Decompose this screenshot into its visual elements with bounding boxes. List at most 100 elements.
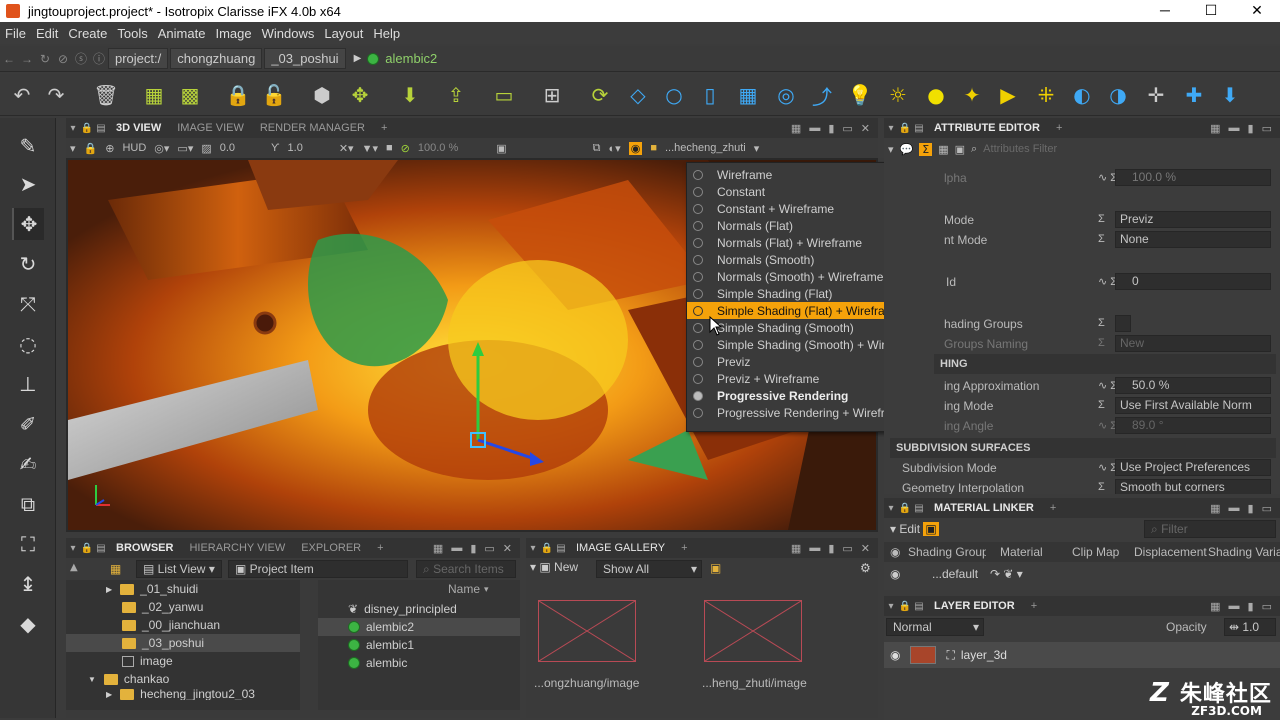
ig-menu-icon[interactable]: ▾ [526,543,540,554]
br-split-v-icon[interactable]: ▮ [470,542,476,555]
tree-item[interactable]: image [122,652,173,670]
br-close-icon[interactable]: ✕ [503,542,512,555]
show-filter-dropdown[interactable]: Show All ▾ [596,560,702,578]
br-options-icon[interactable]: ▤ [94,543,108,554]
tree-item[interactable]: ▼ chankao [88,670,169,688]
ml-eye-icon[interactable]: ◉ [890,545,900,559]
tab-render-manager[interactable]: RENDER MANAGER [252,122,373,134]
ml-options-icon[interactable]: ▤ [912,503,926,514]
light-bulb-icon[interactable]: 💡 [846,81,874,109]
unlock-icon[interactable]: 🔓 [260,81,288,109]
le-split-h-icon[interactable]: ▬ [1229,600,1240,613]
sigma-icon[interactable]: Σ [919,142,933,156]
vp-percent[interactable]: 100.0 % [418,142,458,154]
name-column-header[interactable]: Name ▾ [448,580,489,598]
ml-row-eye-icon[interactable]: ◉ [890,567,900,581]
ig-close-icon[interactable]: ✕ [861,542,870,555]
ig-maximize-icon[interactable]: ▭ [842,542,852,555]
sphere-icon[interactable]: ○ [660,81,688,109]
group-icon[interactable]: ▦ [140,81,168,109]
search-items[interactable]: ⌕ Search Items [416,560,516,578]
back-icon[interactable]: ← [0,52,18,66]
folder-icon-vp[interactable]: ■ [650,142,657,154]
trash-icon[interactable]: 🗑 [92,81,120,109]
box-icon[interactable]: ⬢ [308,81,336,109]
ae-grid-icon[interactable]: ▦ [938,143,948,156]
attr-dropdown[interactable]: Smooth but corners [1115,479,1271,494]
forward-icon[interactable]: → [18,52,36,66]
export-icon[interactable]: ⇪ [442,81,470,109]
ig-layout-icon[interactable]: ▦ [791,542,801,555]
ml-add-tab[interactable]: + [1042,502,1064,514]
locator-icon[interactable]: ✛ [1142,81,1170,109]
select-arrow-icon[interactable]: ➤ [12,168,44,200]
ml-col-displacement[interactable]: Displacement [1134,545,1208,559]
layout-icon[interactable]: ▦ [791,122,801,135]
ae-options-icon[interactable]: ▤ [912,123,926,134]
list-item[interactable]: alembic1 [348,636,414,654]
info-icon[interactable]: ⓘ [90,50,108,67]
path-current[interactable]: alembic2 [385,51,437,66]
ml-filter[interactable]: ⌕ Filter [1144,520,1276,538]
ae-preset-icon[interactable]: ▣ [955,143,965,156]
move-icon[interactable]: ✥ [12,208,44,240]
close-button[interactable]: ✕ [1234,0,1280,22]
path-segment-project[interactable]: project:/ [108,48,169,69]
ae-split-h-icon[interactable]: ▬ [1229,122,1240,135]
attr-value[interactable]: 89.0 ° [1115,417,1271,434]
tree-item[interactable]: ▶ _01_shuidi [106,580,198,598]
menu-windows[interactable]: Windows [257,26,320,41]
tree-scrollbar[interactable] [300,580,314,710]
br-split-h-icon[interactable]: ▬ [451,542,462,555]
ae-search-icon[interactable]: ⌕ [971,142,977,156]
undo-icon[interactable]: ↶ [8,81,36,109]
layer-editor-title[interactable]: LAYER EDITOR [926,600,1023,612]
ig-lock-icon[interactable]: 🔒 [540,543,554,554]
le-maximize-icon[interactable]: ▭ [1262,600,1272,613]
panel-options-icon[interactable]: ▤ [94,123,108,134]
material-linker-title[interactable]: MATERIAL LINKER [926,502,1042,514]
tab-hierarchy[interactable]: HIERARCHY VIEW [181,542,293,554]
attr-dropdown[interactable]: Use Project Preferences [1115,459,1271,476]
lock-icon[interactable]: 🔒 [224,81,252,109]
sphere-light-icon[interactable]: ● [922,81,950,109]
attr-dropdown[interactable]: New [1115,335,1271,352]
attributes-filter[interactable]: Attributes Filter [983,143,1057,155]
gallery-thumbnail[interactable] [538,600,636,662]
camera-path[interactable]: ...hecheng_zhuti [665,142,746,154]
gallery-new-button[interactable]: ▾ ▣ New [530,560,578,574]
transform-icon[interactable]: ⊞ [538,81,566,109]
layer-row[interactable]: ◉ ⛶ layer_3d [884,642,1280,668]
vp-value2[interactable]: 1.0 [288,142,303,154]
eyedropper-icon[interactable]: ✎ [12,130,44,162]
resolution-icon[interactable]: ▣ [496,142,506,155]
list-item[interactable]: ❦ disney_principled [348,600,457,618]
spot-light-icon[interactable]: ✦ [958,81,986,109]
section-header[interactable]: HING [934,354,1276,374]
attr-checkbox[interactable] [1115,315,1131,332]
ml-layout-icon[interactable]: ▦ [1210,502,1220,515]
maximize-panel-icon[interactable]: ▭ [842,122,852,135]
menu-edit[interactable]: Edit [31,26,63,41]
panel-lock-icon[interactable]: 🔒 [80,123,94,134]
menu-animate[interactable]: Animate [153,26,211,41]
ae-layout-icon[interactable]: ▦ [1210,122,1220,135]
crop-icon[interactable]: ⧉ [12,488,44,520]
path-segment-chongzhuang[interactable]: chongzhuang [170,48,263,69]
le-add-tab[interactable]: + [1023,600,1045,612]
brush-icon[interactable]: ✍ [12,448,44,480]
camera-icon[interactable]: ■ [386,142,393,154]
split-v-icon[interactable]: ▮ [828,122,834,135]
view-mode-dropdown[interactable]: ▤ List View ▾ [136,560,222,578]
ig-options-icon[interactable]: ▤ [554,543,568,554]
tree-item[interactable]: _02_yanwu [122,598,203,616]
stop-icon[interactable]: ⓢ [72,50,90,67]
attribute-editor-title[interactable]: ATTRIBUTE EDITOR [926,122,1048,134]
green-circle-icon[interactable]: ⊘ [401,142,410,155]
menu-create[interactable]: Create [63,26,112,41]
area-light-icon[interactable]: ▶ [994,81,1022,109]
br-up-icon[interactable]: ▲ [70,562,78,573]
sky-icon[interactable]: ◑ [1104,81,1132,109]
grid-icon[interactable]: ▦ [734,81,762,109]
br-lock-icon[interactable]: 🔒 [80,543,94,554]
